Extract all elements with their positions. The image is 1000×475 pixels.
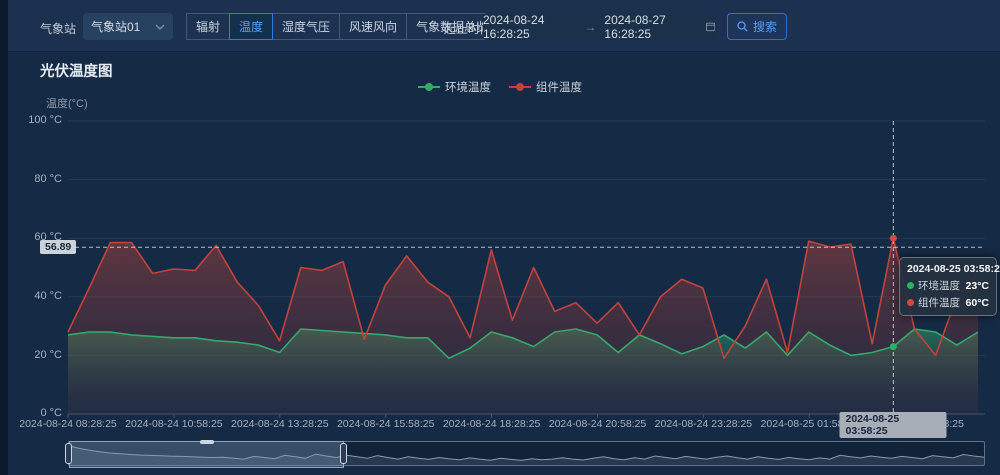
datazoom-right-handle[interactable] <box>340 443 347 464</box>
datazoom-selected-window[interactable] <box>69 441 344 468</box>
tooltip-title: 2024-08-25 03:58:25 <box>907 263 989 275</box>
arrow-right-icon: → <box>584 20 596 34</box>
station-select[interactable]: 气象站01 <box>83 13 173 40</box>
start-time-value[interactable]: 2024-08-24 16:28:25 <box>483 13 576 41</box>
calendar-icon <box>706 21 715 32</box>
tooltip-row: 环境温度 23°C <box>907 278 989 293</box>
axis-pointer-label: 2024-08-25 03:58:25 <box>840 412 947 438</box>
x-tick-label: 2024-08-24 13:28:25 <box>231 418 329 430</box>
series-dot-icon <box>907 299 914 306</box>
chart-legend: 环境温度 组件温度 <box>0 79 1000 95</box>
temperature-plot[interactable] <box>68 121 985 414</box>
y-axis-name: 温度(°C) <box>46 95 88 111</box>
legend-label: 环境温度 <box>445 79 491 95</box>
x-tick-label: 2024-08-24 18:28:25 <box>443 418 541 430</box>
y-tick-label: 40 °C <box>0 290 62 302</box>
station-label: 气象站 <box>40 20 76 37</box>
y-tick-label: 100 °C <box>0 114 62 126</box>
tooltip-series-name: 组件温度 <box>918 295 960 310</box>
series-dot-icon <box>907 282 914 289</box>
chevron-down-icon <box>155 24 165 30</box>
left-edge-strip <box>0 0 8 475</box>
end-time-value[interactable]: 2024-08-27 16:28:25 <box>604 13 697 41</box>
tooltip-series-value: 60°C <box>966 297 989 309</box>
search-button[interactable]: 搜索 <box>727 13 787 40</box>
tooltip-row: 组件温度 60°C <box>907 295 989 310</box>
date-range-picker[interactable]: 2024-08-24 16:28:25 → 2024-08-27 16:28:2… <box>483 13 715 40</box>
chart-title: 光伏温度图 <box>40 60 113 81</box>
search-icon <box>737 21 748 32</box>
x-tick-label: 2024-08-24 10:58:25 <box>125 418 223 430</box>
markline-value-badge: 56.89 <box>40 240 76 254</box>
top-toolbar: 气象站 气象站01 辐射温度湿度气压风速风向气象数据总览 起止时间 2024-0… <box>0 0 1000 52</box>
legend-label: 组件温度 <box>536 79 582 95</box>
tab-humidity-pressure[interactable]: 湿度气压 <box>272 13 340 40</box>
dashboard-page: 气象站 气象站01 辐射温度湿度气压风速风向气象数据总览 起止时间 2024-0… <box>0 0 1000 475</box>
search-button-label: 搜索 <box>753 18 777 35</box>
y-tick-label: 80 °C <box>0 173 62 185</box>
x-tick-label: 2024-08-24 23:28:25 <box>655 418 753 430</box>
x-tick-label: 2024-08-24 20:58:25 <box>549 418 647 430</box>
legend-marker-icon <box>509 82 531 92</box>
datazoom-move-grip[interactable] <box>200 440 214 444</box>
legend-item-1[interactable]: 组件温度 <box>509 79 582 95</box>
chart-tooltip: 2024-08-25 03:58:25 环境温度 23°C 组件温度 60°C <box>899 257 997 316</box>
tab-radiation[interactable]: 辐射 <box>186 13 230 40</box>
datazoom-slider[interactable] <box>68 441 985 466</box>
legend-marker-icon <box>418 82 440 92</box>
tab-wind-speed-direction[interactable]: 风速风向 <box>339 13 407 40</box>
x-tick-label: 2024-08-24 08:28:25 <box>19 418 117 430</box>
tooltip-series-name: 环境温度 <box>918 278 960 293</box>
y-tick-label: 20 °C <box>0 349 62 361</box>
datazoom-left-handle[interactable] <box>65 443 72 464</box>
tooltip-series-value: 23°C <box>966 280 989 292</box>
station-select-value: 气象站01 <box>91 18 140 35</box>
legend-item-0[interactable]: 环境温度 <box>418 79 491 95</box>
tab-temperature[interactable]: 温度 <box>229 13 273 40</box>
x-tick-label: 2024-08-24 15:58:25 <box>337 418 435 430</box>
